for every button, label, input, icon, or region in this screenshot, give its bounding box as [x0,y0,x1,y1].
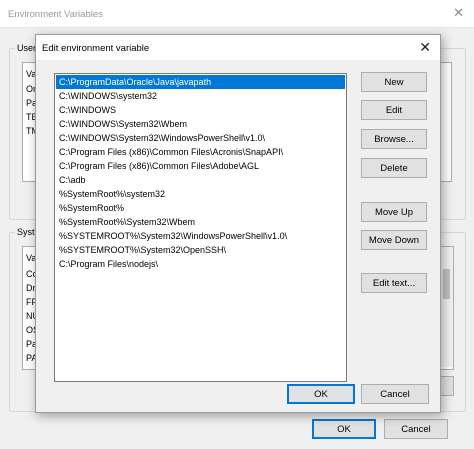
path-item[interactable]: C:\Program Files (x86)\Common Files\Acro… [56,145,283,159]
system-list-scrollbar[interactable] [440,247,453,367]
path-item[interactable]: C:\adb [56,173,86,187]
move-up-button[interactable]: Move Up [361,202,427,222]
dialog-titlebar: Edit environment variable ✕ [36,35,440,60]
path-item[interactable]: C:\Program Files (x86)\Common Files\Adob… [56,159,259,173]
path-item[interactable]: %SystemRoot%\system32 [56,187,165,201]
dialog-title: Edit environment variable [42,43,150,54]
new-button[interactable]: New [361,72,427,92]
path-item[interactable]: C:\WINDOWS\System32\WindowsPowerShell\v1… [56,131,265,145]
path-item-selected[interactable]: C:\ProgramData\Oracle\Java\javapath [56,75,345,89]
edit-env-variable-dialog: Edit environment variable ✕ C:\ProgramDa… [35,34,441,413]
path-item[interactable]: %SYSTEMROOT%\System32\WindowsPowerShell\… [56,229,287,243]
path-list[interactable]: C:\ProgramData\Oracle\Java\javapath C:\W… [54,73,347,382]
ok-button[interactable]: OK [287,384,355,404]
path-item[interactable]: %SystemRoot% [56,201,124,215]
path-item[interactable]: %SystemRoot%\System32\Wbem [56,215,195,229]
path-item[interactable]: C:\Program Files\nodejs\ [56,257,158,271]
delete-button[interactable]: Delete [361,158,427,178]
cancel-button[interactable]: Cancel [361,384,429,404]
parent-ok-button[interactable]: OK [312,419,376,439]
path-item[interactable]: C:\WINDOWS\system32 [56,89,157,103]
browse-button[interactable]: Browse... [361,129,427,149]
parent-close-icon[interactable]: ✕ [453,5,464,21]
scrollbar-thumb[interactable] [443,269,450,299]
edit-text-button[interactable]: Edit text... [361,273,427,293]
move-down-button[interactable]: Move Down [361,230,427,250]
parent-title: Environment Variables [8,9,103,20]
parent-cancel-button[interactable]: Cancel [384,419,448,439]
path-item[interactable]: %SYSTEMROOT%\System32\OpenSSH\ [56,243,226,257]
path-item[interactable]: C:\WINDOWS [56,103,116,117]
parent-titlebar: Environment Variables ✕ [0,0,474,28]
edit-button[interactable]: Edit [361,100,427,120]
path-item[interactable]: C:\WINDOWS\System32\Wbem [56,117,187,131]
close-icon[interactable]: ✕ [419,39,431,56]
